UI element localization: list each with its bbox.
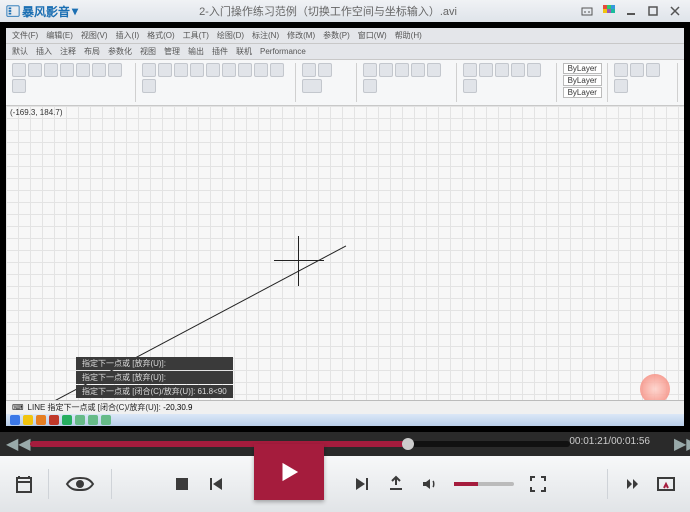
- windows-taskbar: [6, 414, 684, 426]
- app-logo[interactable]: 暴风影音 ▾: [0, 3, 84, 20]
- app-name: 暴风影音: [22, 3, 70, 20]
- palette-icon[interactable]: [602, 4, 616, 18]
- stop-button[interactable]: [172, 474, 192, 494]
- eye-mode-button[interactable]: [63, 474, 97, 494]
- video-area[interactable]: 文件(F)编辑(E)视图(V)插入(I)格式(O)工具(T)绘图(D)标注(N)…: [0, 22, 690, 432]
- play-button[interactable]: [254, 444, 324, 500]
- fullscreen-button[interactable]: [528, 474, 548, 494]
- rewind-start-icon[interactable]: ◀◀: [0, 434, 16, 454]
- autocad-ribbon-tabs: 默认插入注释布局参数化视图管理输出插件联机Performance: [6, 44, 684, 60]
- autocad-command-line: ⌨ LINE 指定下一点或 [闭合(C)/放弃(U)]: -20,30.9: [6, 400, 684, 414]
- minimize-button[interactable]: [624, 4, 638, 18]
- player-controls: [0, 456, 690, 512]
- volume-slider[interactable]: [454, 482, 514, 486]
- autocad-ribbon: ByLayer ByLayer ByLayer: [6, 60, 684, 106]
- autocad-menubar: 文件(F)编辑(E)视图(V)插入(I)格式(O)工具(T)绘图(D)标注(N)…: [6, 28, 684, 44]
- crosshair-cursor: [274, 236, 324, 286]
- corner-readout: (-169.3, 184.7): [10, 108, 62, 117]
- caption-icon[interactable]: [580, 4, 594, 18]
- playlist-button[interactable]: [14, 474, 34, 494]
- forward-end-icon[interactable]: ▶▶: [668, 434, 684, 454]
- app-menu-caret-icon: ▾: [72, 4, 78, 18]
- command-history: 指定下一点或 [放弃(U)]: 指定下一点或 [放弃(U)]: 指定下一点或 […: [76, 356, 233, 398]
- time-display: 00:01:21/00:01:56: [569, 436, 650, 447]
- divider: [111, 469, 112, 499]
- volume-icon[interactable]: [420, 474, 440, 494]
- settings-toggle-button[interactable]: [656, 474, 676, 494]
- seek-bar[interactable]: ◀◀ 00:01:21/00:01:56 ▶▶: [0, 432, 690, 456]
- maximize-button[interactable]: [646, 4, 660, 18]
- next-button[interactable]: [352, 474, 372, 494]
- expand-panel-button[interactable]: [622, 474, 642, 494]
- previous-button[interactable]: [206, 474, 226, 494]
- autocad-canvas: (-169.3, 184.7) 指定下一点或 [放弃(U)]: 指定下一点或 […: [6, 106, 684, 426]
- seek-fill: [30, 441, 408, 447]
- autocad-window: 文件(F)编辑(E)视图(V)插入(I)格式(O)工具(T)绘图(D)标注(N)…: [6, 28, 684, 426]
- close-button[interactable]: [668, 4, 682, 18]
- player-titlebar: 暴风影音 ▾ 2-入门操作练习范例（切换工作空间与坐标输入）.avi: [0, 0, 690, 22]
- seek-knob[interactable]: [402, 438, 414, 450]
- open-file-button[interactable]: [386, 474, 406, 494]
- file-title: 2-入门操作练习范例（切换工作空间与坐标输入）.avi: [84, 3, 572, 19]
